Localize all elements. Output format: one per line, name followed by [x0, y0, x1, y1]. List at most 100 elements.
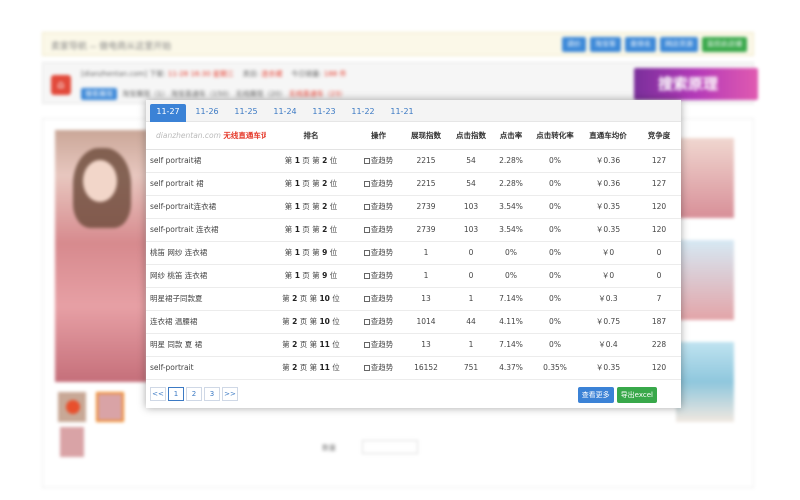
page-button[interactable]: 1 — [168, 387, 184, 401]
click-index-cell: 0 — [451, 264, 491, 288]
play-icon[interactable] — [66, 400, 80, 414]
page-button[interactable]: 2 — [186, 387, 202, 401]
page-button[interactable]: 3 — [204, 387, 220, 401]
quantity-stepper[interactable] — [362, 440, 418, 454]
sales-label: 今日销量: — [291, 70, 322, 78]
product-thumb[interactable] — [60, 427, 84, 457]
tab-date[interactable]: 11-25 — [228, 104, 264, 122]
competition-cell: 228 — [637, 333, 681, 357]
next-page-button[interactable]: >> — [222, 387, 238, 401]
col-competition: 竞争度 — [637, 123, 681, 150]
adjust-price-button[interactable]: 调价 — [562, 37, 586, 52]
item-info-line: [dianzhentan.com] 下架: 11-28 16:30 星期三 类目… — [81, 69, 346, 79]
plugin-logo-icon: ⌂ — [51, 75, 71, 95]
avg-price-cell: ￥0.4 — [579, 333, 637, 357]
competition-cell: 0 — [637, 241, 681, 265]
trend-cell[interactable]: 查趋势 — [356, 264, 401, 288]
tab-date[interactable]: 11-26 — [189, 104, 225, 122]
taobaoke-button[interactable]: 淘宝客 — [590, 37, 621, 52]
rank-pos: 10 — [319, 317, 330, 326]
show-index-cell: 2739 — [401, 218, 451, 242]
related-product-image[interactable] — [676, 342, 734, 422]
trend-link[interactable]: 查趋势 — [371, 294, 394, 303]
site-link[interactable]: [dianzhentan.com] — [81, 70, 147, 78]
trend-link[interactable]: 查趋势 — [371, 202, 394, 211]
competition-cell: 120 — [637, 356, 681, 380]
export-excel-button[interactable]: 导出excel — [616, 387, 657, 403]
avg-price-cell: ￥0.36 — [579, 172, 637, 196]
col-show-index: 展现指数 — [401, 123, 451, 150]
tab-date[interactable]: 11-24 — [267, 104, 303, 122]
nav-buttons: 调价 淘宝客 查排名 网店货源 监控此店铺 — [562, 37, 747, 52]
ctr-cell: 7.14% — [491, 333, 531, 357]
rank-wei: 位 — [329, 202, 338, 211]
related-product-image[interactable] — [676, 240, 734, 320]
rank-pos: 10 — [319, 294, 330, 303]
taobao-show-link[interactable]: 淘宝展现（1） — [122, 90, 168, 98]
view-more-button[interactable]: 查看更多 — [577, 387, 614, 403]
trend-cell[interactable]: 查趋势 — [356, 241, 401, 265]
tab-date[interactable]: 11-22 — [345, 104, 381, 122]
trend-link[interactable]: 查趋势 — [371, 340, 394, 349]
rank-di: 第 — [284, 271, 293, 280]
trend-link[interactable]: 查趋势 — [371, 156, 394, 165]
rank-di: 第 — [312, 225, 320, 234]
related-product-image[interactable] — [676, 138, 734, 218]
shop-source-button[interactable]: 网店货源 — [660, 37, 698, 52]
avg-price-cell: ￥0.75 — [579, 310, 637, 334]
nav-brand-text: 卖家导航 -- 做电商从这里开始 — [51, 42, 172, 52]
trend-cell[interactable]: 查趋势 — [356, 310, 401, 334]
trend-cell[interactable]: 查趋势 — [356, 195, 401, 219]
col-click-index: 点击指数 — [451, 123, 491, 150]
wireless-show-link[interactable]: 无线展现（20） — [236, 90, 287, 98]
ctr-cell: 0% — [491, 264, 531, 288]
search-show-line: 搜索展现 淘宝展现（1） 淘宝直通车（150） 无线展现（20） 无线直通车（2… — [81, 88, 347, 100]
rank-wei: 位 — [329, 179, 338, 188]
ctr-cell: 4.37% — [491, 356, 531, 380]
search-principle-banner[interactable]: 搜索原理 — [634, 68, 758, 100]
rank-pos: 9 — [322, 248, 328, 257]
search-show-button[interactable]: 搜索展现 — [81, 88, 117, 100]
competition-cell: 127 — [637, 149, 681, 173]
taobao-ztc-link[interactable]: 淘宝直通车（150） — [171, 90, 233, 98]
click-index-cell: 0 — [451, 241, 491, 265]
related-products-column — [676, 138, 736, 444]
rank-ye: 页 — [302, 179, 310, 188]
date-tabs: 11-27 11-26 11-25 11-24 11-23 11-22 11-2… — [146, 100, 681, 122]
trend-cell[interactable]: 查趋势 — [356, 172, 401, 196]
product-thumb-selected[interactable] — [96, 392, 124, 422]
wireless-ztc-link[interactable]: 无线直通车（23） — [289, 90, 347, 98]
rank-ye: 页 — [299, 317, 308, 326]
show-index-cell: 1 — [401, 241, 451, 265]
rank-page: 2 — [292, 363, 298, 372]
trend-cell[interactable]: 查趋势 — [356, 218, 401, 242]
trend-cell[interactable]: 查趋势 — [356, 287, 401, 311]
trend-cell[interactable]: 查趋势 — [356, 149, 401, 173]
prev-page-button[interactable]: << — [150, 387, 166, 401]
tab-date[interactable]: 11-21 — [384, 104, 420, 122]
keyword-cell: self-portrait — [146, 356, 266, 380]
rank-ye: 页 — [302, 248, 310, 257]
trend-cell[interactable]: 查趋势 — [356, 333, 401, 357]
check-rank-button[interactable]: 查排名 — [625, 37, 656, 52]
trend-link[interactable]: 查趋势 — [371, 363, 394, 372]
rank-di: 第 — [284, 248, 293, 257]
rank-pos: 2 — [322, 156, 328, 165]
trend-link[interactable]: 查趋势 — [371, 225, 394, 234]
trend-link[interactable]: 查趋势 — [371, 248, 394, 257]
cvr-cell: 0% — [531, 287, 579, 311]
trend-cell[interactable]: 查趋势 — [356, 356, 401, 380]
tab-date[interactable]: 11-27 — [150, 104, 186, 122]
trend-icon — [363, 158, 370, 164]
monitor-shop-button[interactable]: 监控此店铺 — [702, 37, 747, 52]
col-ctr: 点击率 — [491, 123, 531, 150]
trend-link[interactable]: 查趋势 — [371, 179, 394, 188]
ctr-cell: 0% — [491, 241, 531, 265]
click-index-cell: 1 — [451, 333, 491, 357]
trend-link[interactable]: 查趋势 — [371, 271, 394, 280]
quantity-label: 数量 — [322, 444, 336, 452]
rank-di: 第 — [284, 179, 293, 188]
tab-date[interactable]: 11-23 — [306, 104, 342, 122]
show-index-cell: 2739 — [401, 195, 451, 219]
trend-link[interactable]: 查趋势 — [371, 317, 394, 326]
